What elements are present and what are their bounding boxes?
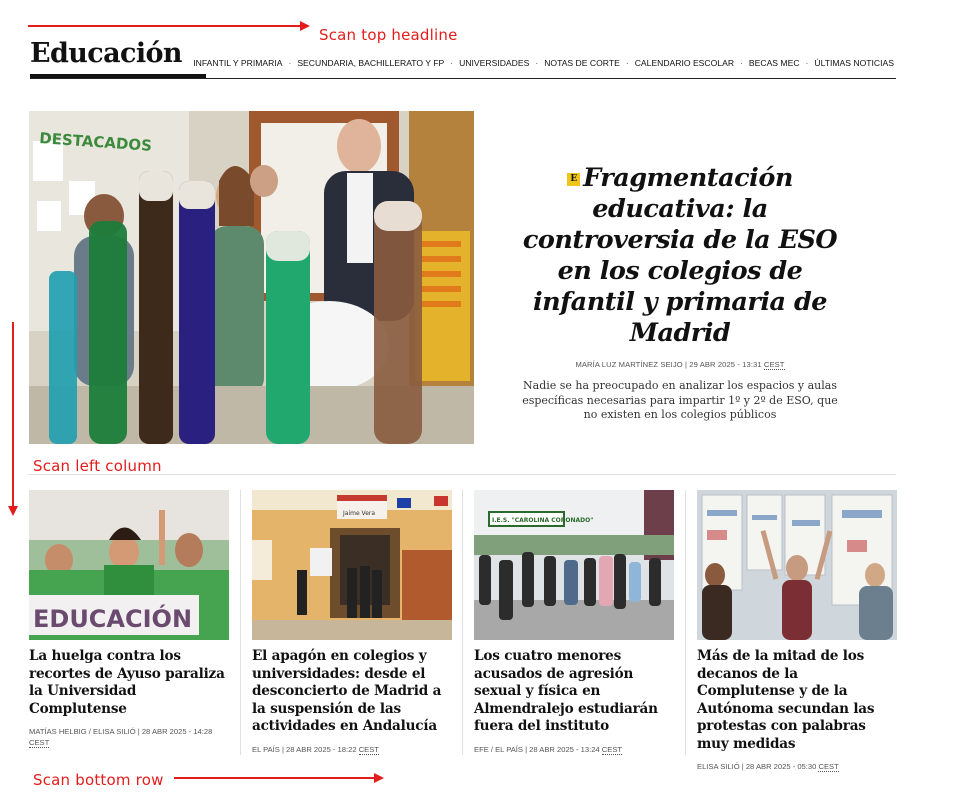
annotation-top-label: Scan top headline	[319, 26, 458, 44]
story-card-meta: ELISA SILIÓ | 28 ABR 2025 - 05:30 CEST	[697, 761, 897, 772]
hero-headline[interactable]: E Fragmentación educativa: la controversi…	[510, 163, 850, 349]
hero-byline-text[interactable]: MARÍA LUZ MARTÍNEZ SEIJO | 29 ABR 2025 -…	[575, 360, 761, 369]
annotation-bottom-label: Scan bottom row	[33, 771, 164, 789]
story-card-title[interactable]: Los cuatro menores acusados de agresión …	[474, 648, 674, 736]
nav-separator: ·	[625, 58, 629, 68]
hero-image[interactable]: DESTACADOS	[29, 111, 474, 444]
nav-item-secundaria[interactable]: SECUNDARIA, BACHILLERATO Y FP	[297, 58, 444, 68]
story-card-2: Jaime Vera El apagón en colegios y unive…	[252, 490, 452, 755]
story-card-3: I.E.S. "CAROLINA CORONADO" Los cuatro me…	[474, 490, 674, 755]
nav-item-ultimas-noticias[interactable]: ÚLTIMAS NOTICIAS	[814, 58, 894, 68]
hero-timezone: CEST	[763, 360, 785, 370]
school-entrance-photo: Jaime Vera	[252, 490, 452, 640]
story-card-image[interactable]	[697, 490, 897, 640]
hero-headline-text[interactable]: Fragmentación educativa: la controversia…	[523, 163, 838, 348]
posters-photo	[697, 490, 897, 640]
nav-separator: ·	[288, 58, 292, 68]
section-title[interactable]: Educación	[30, 38, 183, 69]
hero-byline: MARÍA LUZ MARTÍNEZ SEIJO | 29 ABR 2025 -…	[510, 360, 850, 370]
story-card-image[interactable]: EDUCACIÓN	[29, 490, 229, 640]
nav-separator: ·	[450, 58, 454, 68]
story-card-title[interactable]: La huelga contra los recortes de Ayuso p…	[29, 648, 229, 718]
nav-item-notas-de-corte[interactable]: NOTAS DE CORTE	[544, 58, 620, 68]
story-card-byline[interactable]: MATÍAS HELBIG / ELISA SILIÓ | 28 ABR 202…	[29, 727, 212, 736]
story-card-timezone: CEST	[818, 762, 839, 772]
story-card-1: EDUCACIÓN La huelga contra los recortes …	[29, 490, 229, 748]
institute-sign-text: I.E.S. "CAROLINA CORONADO"	[492, 517, 593, 524]
exclusive-badge: E	[567, 173, 581, 186]
story-card-meta: EL PAÍS | 28 ABR 2025 - 18:22 CEST	[252, 744, 452, 755]
nav-item-calendario-escolar[interactable]: CALENDARIO ESCOLAR	[635, 58, 734, 68]
annotation-left-label: Scan left column	[33, 457, 162, 475]
nav-item-universidades[interactable]: UNIVERSIDADES	[459, 58, 529, 68]
institute-crowd-photo: I.E.S. "CAROLINA CORONADO"	[474, 490, 674, 640]
hero-story: E Fragmentación educativa: la controversi…	[510, 163, 850, 423]
story-card-image[interactable]: I.E.S. "CAROLINA CORONADO"	[474, 490, 674, 640]
protest-photo: EDUCACIÓN	[29, 490, 229, 640]
story-card-meta: MATÍAS HELBIG / ELISA SILIÓ | 28 ABR 202…	[29, 726, 229, 748]
column-divider	[462, 490, 463, 755]
hero-photo: DESTACADOS	[29, 111, 474, 444]
school-sign-text: Jaime Vera	[342, 510, 375, 517]
column-divider	[685, 490, 686, 755]
nav-separator: ·	[740, 58, 743, 68]
protest-banner-text: EDUCACIÓN	[33, 603, 192, 633]
nav-separator: ·	[805, 58, 809, 68]
story-card-title[interactable]: Más de la mitad de los decanos de la Com…	[697, 648, 897, 753]
nav-separator: ·	[535, 58, 539, 68]
story-card-timezone: CEST	[358, 744, 379, 755]
story-card-timezone: CEST	[601, 744, 623, 755]
hero-summary: Nadie se ha preocupado en analizar los e…	[522, 379, 838, 421]
column-divider	[240, 490, 241, 755]
story-card-byline[interactable]: ELISA SILIÓ | 28 ABR 2025 - 05:30	[697, 762, 816, 771]
story-card-meta: EFE / EL PAÍS | 28 ABR 2025 - 13:24 CEST	[474, 744, 674, 755]
nav-item-infantil-primaria[interactable]: INFANTIL Y PRIMARIA	[193, 58, 282, 68]
story-card-title[interactable]: El apagón en colegios y universidades: d…	[252, 648, 452, 736]
section-divider	[29, 474, 896, 475]
story-card-4: Más de la mitad de los decanos de la Com…	[697, 490, 897, 772]
header-rule	[30, 78, 896, 79]
story-card-byline[interactable]: EL PAÍS | 28 ABR 2025 - 18:22	[252, 745, 357, 754]
story-card-image[interactable]: Jaime Vera	[252, 490, 452, 640]
story-card-byline[interactable]: EFE / EL PAÍS | 28 ABR 2025 - 13:24	[474, 745, 600, 754]
section-nav: INFANTIL Y PRIMARIA · SECUNDARIA, BACHIL…	[193, 58, 894, 68]
nav-item-becas-mec[interactable]: BECAS MEC	[749, 58, 800, 68]
story-card-timezone: CEST	[29, 738, 50, 748]
